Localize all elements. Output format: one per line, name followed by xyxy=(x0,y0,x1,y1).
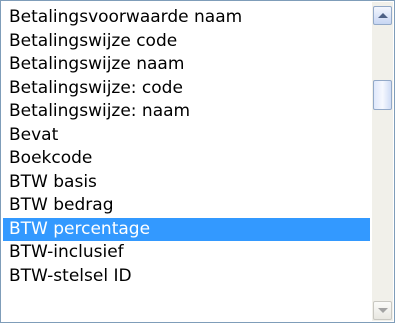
list-item[interactable]: Betalingswijze: code xyxy=(3,77,370,101)
scroll-down-button[interactable] xyxy=(373,301,392,320)
list-item[interactable]: Betalingswijze code xyxy=(3,30,370,54)
list-item[interactable]: BTW-inclusief xyxy=(3,241,370,265)
scroll-up-button[interactable] xyxy=(373,6,392,25)
list-item-selected[interactable]: BTW percentage xyxy=(3,217,370,241)
field-listbox[interactable]: Betalingsvoorwaarde naam Betalingswijze … xyxy=(0,0,395,323)
vertical-scrollbar[interactable] xyxy=(371,2,393,321)
scroll-up-arrow-icon xyxy=(377,13,388,18)
scrollbar-thumb[interactable] xyxy=(373,80,392,110)
list-item[interactable]: BTW basis xyxy=(3,171,370,195)
list-item[interactable]: Boekcode xyxy=(3,147,370,171)
list-item[interactable]: BTW bedrag xyxy=(3,194,370,218)
list-item[interactable]: Bevat xyxy=(3,124,370,148)
list-item[interactable]: Betalingswijze: naam xyxy=(3,100,370,124)
scroll-down-arrow-icon xyxy=(377,308,388,313)
list-item[interactable]: Betalingswijze naam xyxy=(3,53,370,77)
listbox-items: Betalingsvoorwaarde naam Betalingswijze … xyxy=(3,6,370,288)
list-item[interactable]: Betalingsvoorwaarde naam xyxy=(3,6,370,30)
list-item[interactable]: BTW-stelsel ID xyxy=(3,265,370,289)
